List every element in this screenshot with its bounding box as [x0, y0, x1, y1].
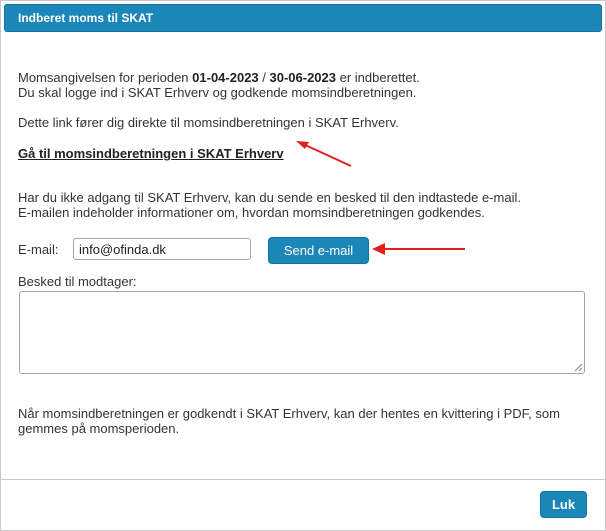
- email-label: E-mail:: [18, 242, 59, 257]
- period-separator: /: [258, 70, 270, 85]
- intro-line-2: Du skal logge ind i SKAT Erhverv og godk…: [18, 85, 417, 100]
- no-access-line-2: E-mailen indeholder informationer om, hv…: [18, 205, 485, 220]
- footer-note-line-1: Når momsindberetningen er godkendt i SKA…: [18, 406, 560, 421]
- email-input[interactable]: [73, 238, 251, 260]
- annotation-arrow-link-icon: [296, 141, 352, 167]
- no-access-line-1: Har du ikke adgang til SKAT Erhverv, kan…: [18, 190, 521, 205]
- intro-prefix: Momsangivelsen for perioden: [18, 70, 193, 85]
- resize-grip-icon[interactable]: [574, 363, 583, 372]
- message-label: Besked til modtager:: [18, 274, 137, 289]
- message-textarea[interactable]: [19, 291, 585, 374]
- annotation-arrow-send-icon: [372, 243, 465, 255]
- period-end: 30-06-2023: [269, 70, 337, 85]
- dialog-content: Momsangivelsen for perioden 01-04-2023 /…: [1, 35, 605, 479]
- dialog-footer: Luk: [1, 479, 605, 530]
- intro-line-3: Dette link fører dig direkte til momsind…: [18, 115, 399, 130]
- intro-line-1: Momsangivelsen for perioden 01-04-2023 /…: [18, 70, 420, 85]
- footer-note-line-2: gemmes på momsperioden.: [18, 421, 180, 436]
- send-email-button[interactable]: Send e-mail: [268, 237, 369, 264]
- period-start: 01-04-2023: [192, 70, 259, 85]
- close-button[interactable]: Luk: [540, 491, 587, 518]
- skat-erhverv-link[interactable]: Gå til momsindberetningen i SKAT Erhverv: [18, 146, 284, 161]
- dialog-title: Indberet moms til SKAT: [4, 4, 602, 32]
- vat-report-dialog: Indberet moms til SKAT Momsangivelsen fo…: [0, 0, 606, 531]
- intro-suffix: er indberettet.: [336, 70, 420, 85]
